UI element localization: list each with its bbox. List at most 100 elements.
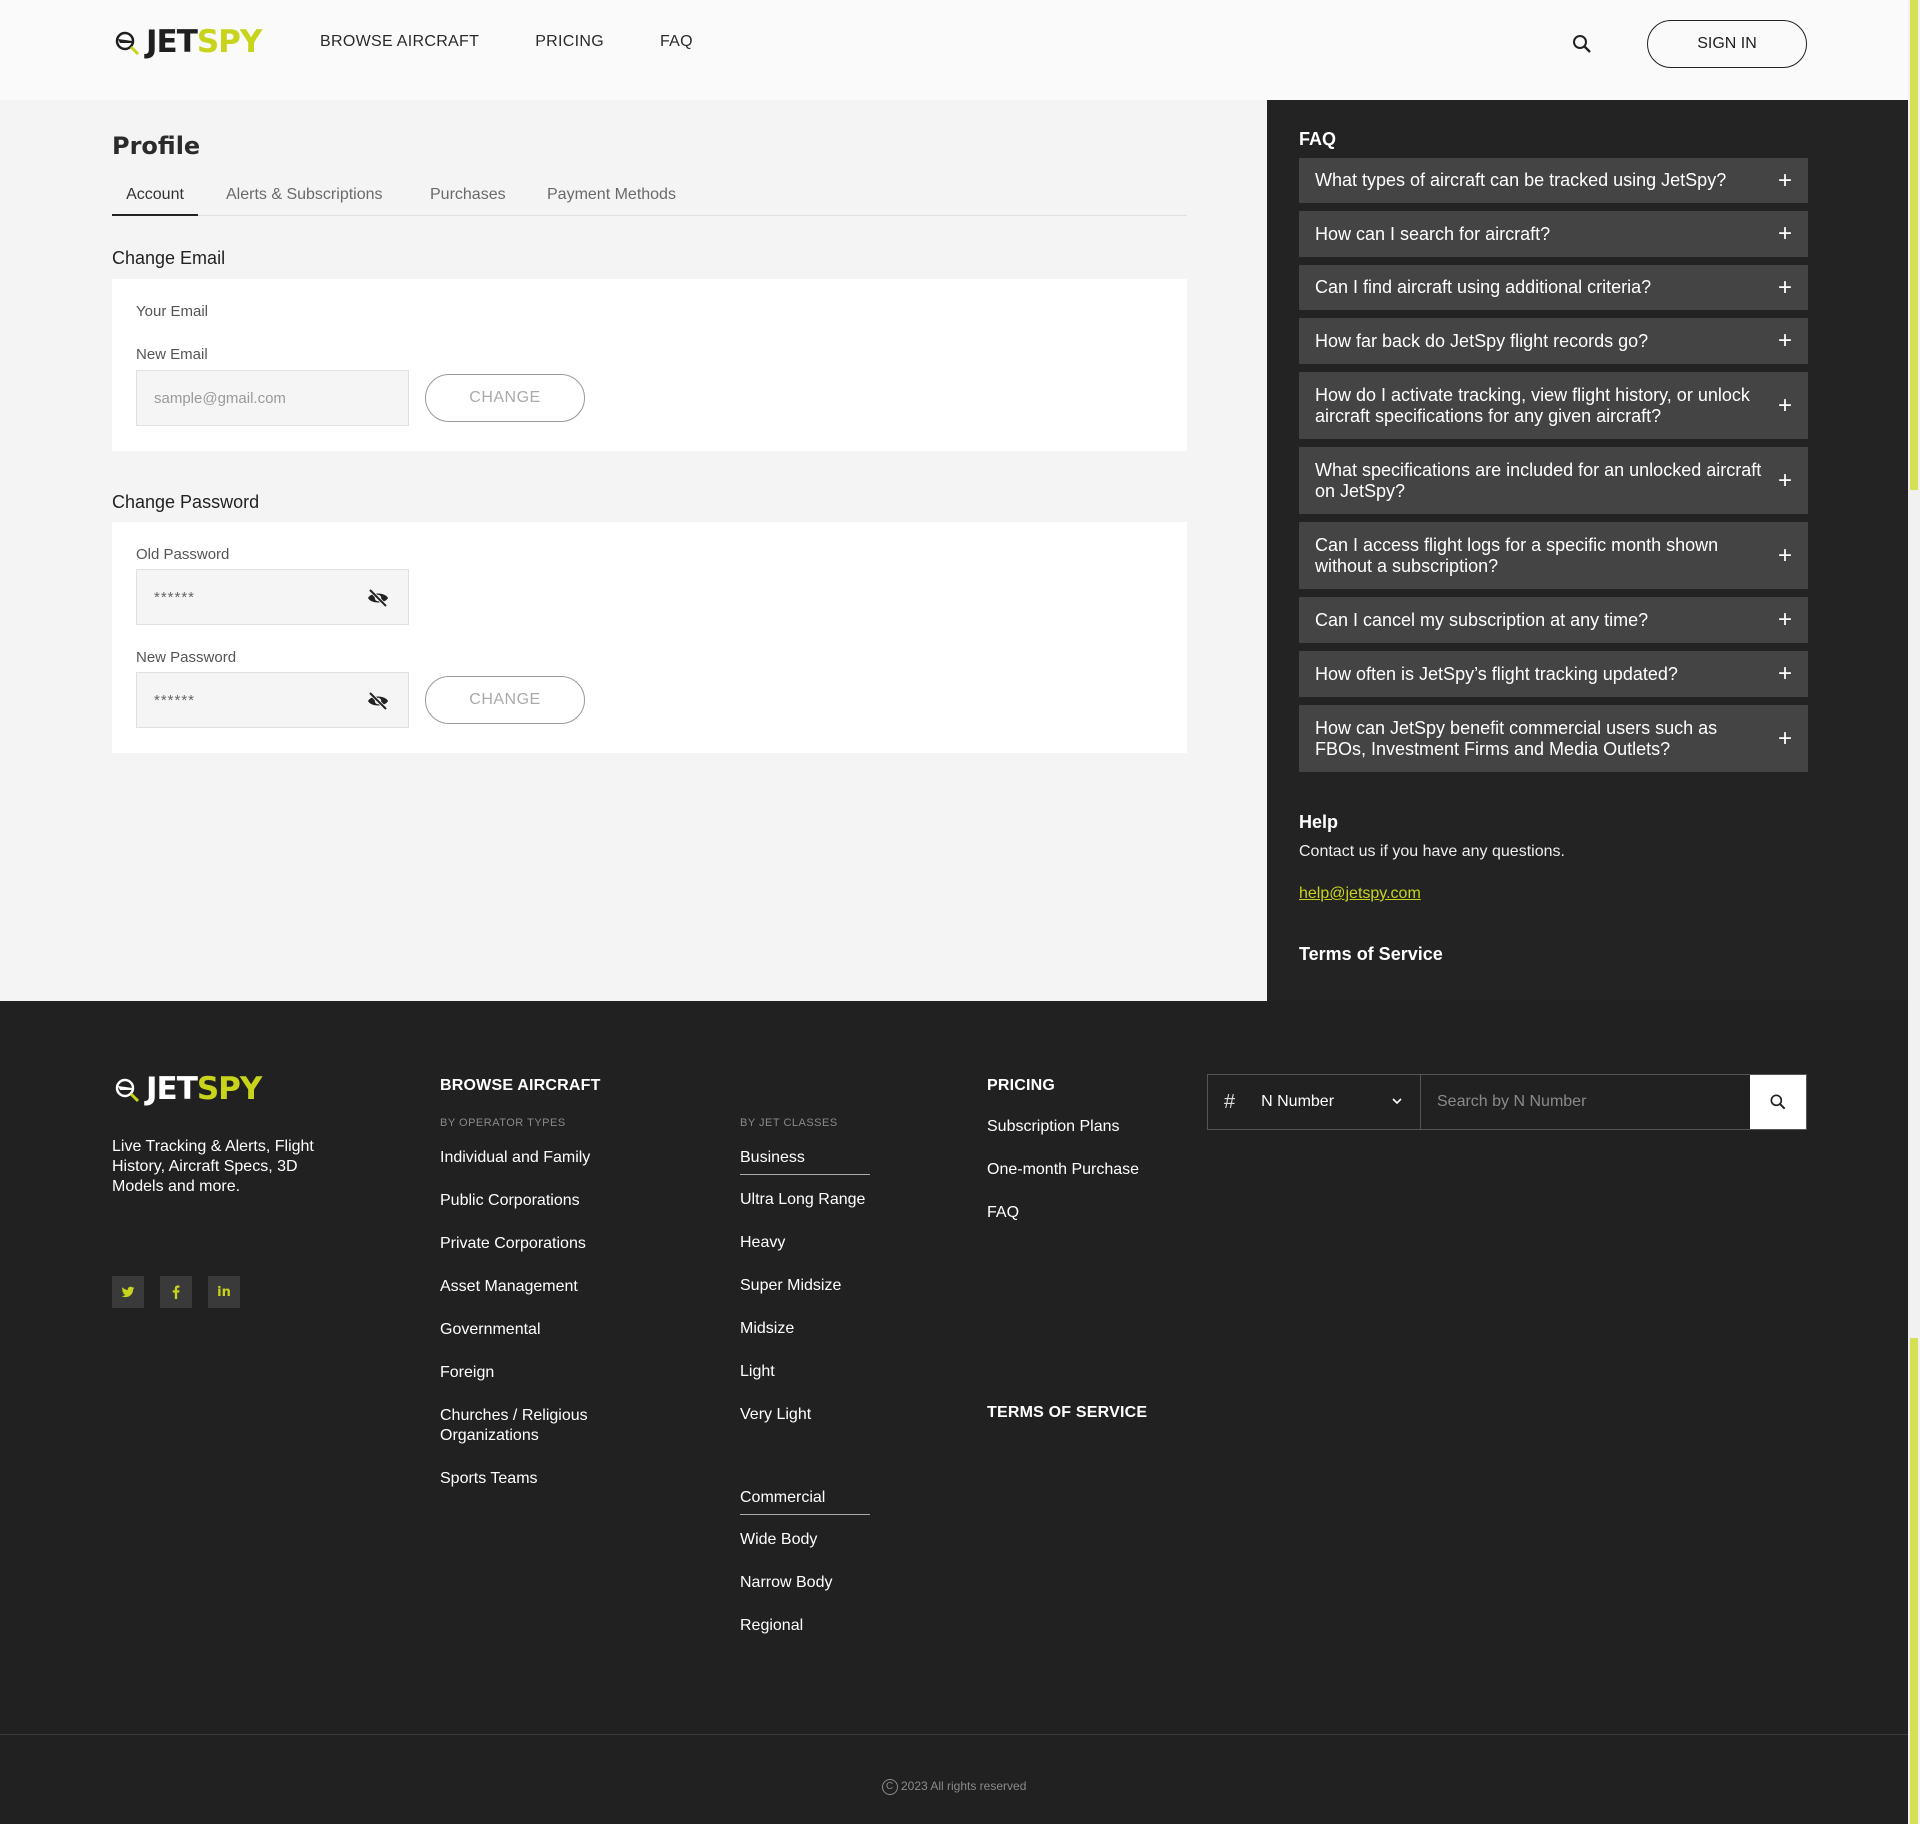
jet-class-link[interactable]: Light xyxy=(740,1362,775,1382)
new-password-value: ****** xyxy=(154,691,196,709)
faq-item[interactable]: What specifications are included for an … xyxy=(1299,447,1808,514)
faq-question: How often is JetSpy’s flight tracking up… xyxy=(1315,663,1678,684)
faq-item[interactable]: Can I cancel my subscription at any time… xyxy=(1299,597,1808,643)
twitter-icon[interactable] xyxy=(112,1276,144,1308)
tab-account[interactable]: Account xyxy=(112,186,198,216)
operator-link[interactable]: Private Corporations xyxy=(440,1234,586,1254)
copyright: C 2023 All rights reserved xyxy=(0,1779,1908,1795)
operator-link[interactable]: Churches / Religious Organizations xyxy=(440,1406,620,1446)
faq-item[interactable]: How often is JetSpy’s flight tracking up… xyxy=(1299,651,1808,697)
footer-logo[interactable]: JETSPY xyxy=(112,1071,262,1107)
faq-question: What types of aircraft can be tracked us… xyxy=(1315,170,1727,190)
your-email-label: Your Email xyxy=(136,303,208,320)
new-email-input[interactable]: sample@gmail.com xyxy=(136,370,409,426)
top-header: JETSPY BROWSE AIRCRAFT PRICING FAQ SIGN … xyxy=(0,0,1908,100)
main-nav: BROWSE AIRCRAFT PRICING FAQ xyxy=(320,33,693,51)
old-password-value: ****** xyxy=(154,588,196,606)
copyright-icon: C xyxy=(881,1779,898,1795)
old-password-input[interactable]: ****** xyxy=(136,569,409,625)
eye-off-icon[interactable] xyxy=(366,586,390,610)
commercial-class-link[interactable]: Commercial xyxy=(740,1488,870,1515)
footer-pricing-heading[interactable]: PRICING xyxy=(987,1077,1055,1095)
operator-link[interactable]: Sports Teams xyxy=(440,1469,538,1489)
footer-terms-heading[interactable]: TERMS OF SERVICE xyxy=(987,1404,1147,1422)
faq-item[interactable]: Can I find aircraft using additional cri… xyxy=(1299,265,1808,310)
faq-item[interactable]: How do I activate tracking, view flight … xyxy=(1299,372,1808,439)
search-button[interactable] xyxy=(1750,1075,1806,1129)
scrollbar-thumb[interactable] xyxy=(1910,1338,1918,1824)
new-password-input[interactable]: ****** xyxy=(136,672,409,728)
terms-of-service-link[interactable]: Terms of Service xyxy=(1299,944,1443,965)
jet-class-link[interactable]: Narrow Body xyxy=(740,1573,832,1593)
faq-item[interactable]: How can I search for aircraft? + xyxy=(1299,211,1808,257)
jet-class-link[interactable]: Wide Body xyxy=(740,1530,817,1550)
logo-text-spy: SPY xyxy=(196,1071,262,1107)
footer-divider xyxy=(0,1734,1908,1735)
business-class-link[interactable]: Business xyxy=(740,1148,870,1175)
plus-icon: + xyxy=(1777,273,1792,301)
operator-types-subheading: BY OPERATOR TYPES xyxy=(440,1117,566,1129)
pricing-link[interactable]: Subscription Plans xyxy=(987,1117,1120,1137)
change-email-card: Your Email New Email sample@gmail.com CH… xyxy=(112,279,1187,451)
jet-class-link[interactable]: Regional xyxy=(740,1616,803,1636)
nav-pricing[interactable]: PRICING xyxy=(535,33,604,51)
operator-link[interactable]: Asset Management xyxy=(440,1277,578,1297)
search-icon xyxy=(1770,1094,1786,1110)
new-email-label: New Email xyxy=(136,346,208,363)
search-type-select[interactable]: # N Number xyxy=(1208,1075,1421,1129)
faq-question: Can I cancel my subscription at any time… xyxy=(1315,609,1649,630)
plus-icon: + xyxy=(1777,606,1792,633)
plus-icon: + xyxy=(1777,466,1792,494)
linkedin-in-icon: in xyxy=(217,1284,231,1300)
search-icon[interactable] xyxy=(1570,32,1594,56)
logo-mark-icon xyxy=(115,1078,140,1103)
tab-purchases[interactable]: Purchases xyxy=(430,186,506,216)
faq-title: FAQ xyxy=(1299,129,1337,149)
jet-class-link[interactable]: Very Light xyxy=(740,1405,811,1425)
faq-item[interactable]: Can I access flight logs for a specific … xyxy=(1299,522,1808,589)
nav-faq[interactable]: FAQ xyxy=(660,33,693,51)
faq-item[interactable]: How far back do JetSpy flight records go… xyxy=(1299,318,1808,364)
change-password-card: Old Password ****** New Password ****** … xyxy=(112,522,1187,753)
operator-link[interactable]: Foreign xyxy=(440,1363,494,1383)
operator-link[interactable]: Individual and Family xyxy=(440,1148,590,1168)
change-email-button[interactable]: CHANGE xyxy=(425,374,585,422)
search-input[interactable]: Search by N Number xyxy=(1421,1075,1750,1129)
jet-class-link[interactable]: Midsize xyxy=(740,1319,794,1339)
scrollbar-thumb[interactable] xyxy=(1910,0,1918,490)
change-password-button[interactable]: CHANGE xyxy=(425,676,585,724)
help-text: Contact us if you have any questions. xyxy=(1299,843,1565,860)
faq-item[interactable]: How can JetSpy benefit commercial users … xyxy=(1299,705,1808,772)
old-password-label: Old Password xyxy=(136,546,230,563)
plus-icon: + xyxy=(1777,327,1792,354)
faq-item[interactable]: What types of aircraft can be tracked us… xyxy=(1299,158,1808,203)
pricing-link[interactable]: FAQ xyxy=(987,1203,1019,1223)
nav-browse-aircraft[interactable]: BROWSE AIRCRAFT xyxy=(320,33,479,51)
jet-class-link[interactable]: Heavy xyxy=(740,1233,785,1253)
faq-question: How can I search for aircraft? xyxy=(1315,223,1551,244)
tab-alerts-subscriptions[interactable]: Alerts & Subscriptions xyxy=(226,186,383,216)
sign-in-button[interactable]: SIGN IN xyxy=(1647,20,1807,68)
operator-link[interactable]: Public Corporations xyxy=(440,1191,580,1211)
help-email-link[interactable]: help@jetspy.com xyxy=(1299,885,1421,903)
logo-text-jet: JET xyxy=(146,24,198,60)
linkedin-icon[interactable]: in xyxy=(208,1276,240,1308)
chevron-down-icon xyxy=(1392,1098,1402,1105)
n-number-search: # N Number Search by N Number xyxy=(1207,1074,1807,1130)
eye-off-icon[interactable] xyxy=(366,689,390,713)
footer-browse-heading[interactable]: BROWSE AIRCRAFT xyxy=(440,1077,601,1095)
footer-tagline: Live Tracking & Alerts, Flight History, … xyxy=(112,1138,314,1195)
plus-icon: + xyxy=(1777,724,1792,752)
jet-classes-subheading: BY JET CLASSES xyxy=(740,1117,838,1129)
pricing-link[interactable]: One-month Purchase xyxy=(987,1160,1139,1180)
faq-question: Can I access flight logs for a specific … xyxy=(1315,534,1719,576)
plus-icon: + xyxy=(1777,660,1792,687)
operator-link[interactable]: Governmental xyxy=(440,1320,541,1340)
jetspy-logo[interactable]: JETSPY xyxy=(112,24,262,60)
facebook-icon[interactable] xyxy=(160,1276,192,1308)
twitter-bird-icon xyxy=(121,1286,135,1298)
tab-payment-methods[interactable]: Payment Methods xyxy=(547,186,676,216)
jet-class-link[interactable]: Ultra Long Range xyxy=(740,1190,865,1210)
faq-question: How far back do JetSpy flight records go… xyxy=(1315,330,1649,351)
jet-class-link[interactable]: Super Midsize xyxy=(740,1276,841,1296)
